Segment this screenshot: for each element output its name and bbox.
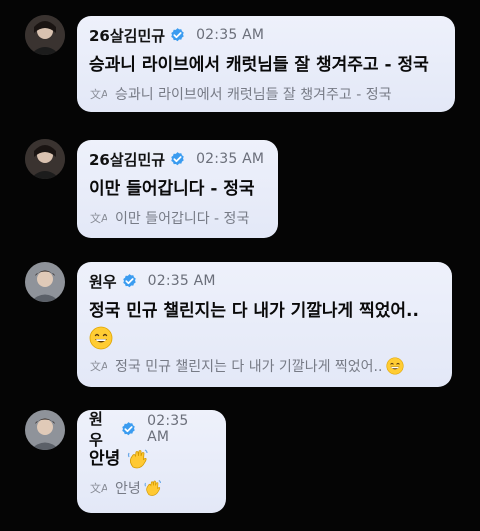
message-text-row: 안녕 <box>89 446 214 472</box>
verified-badge-icon <box>169 151 186 168</box>
message-bubble[interactable]: 원우 02:35 AM 정국 민규 챌린지는 다 내가 기깔나게 찍었어.. 文… <box>77 262 452 387</box>
timestamp: 02:35 AM <box>196 151 265 167</box>
message-text: 이만 들어갑니다 - 정국 <box>89 179 255 199</box>
svg-text:文A: 文A <box>90 211 107 225</box>
translation-text: 승과니 라이브에서 캐럿님들 잘 챙겨주고 - 정국 <box>115 87 392 103</box>
avatar[interactable] <box>25 262 65 302</box>
message-bubble[interactable]: 26살김민규 02:35 AM 이만 들어갑니다 - 정국 文A 이만 들어갑니… <box>77 140 278 238</box>
avatar[interactable] <box>25 410 65 450</box>
message-text: 승과니 라이브에서 캐럿님들 잘 챙겨주고 - 정국 <box>89 55 429 75</box>
translate-icon: 文A <box>89 479 107 497</box>
avatar[interactable] <box>25 139 65 179</box>
waving-hand-emoji <box>128 449 148 469</box>
translation-text: 정국 민규 챌린지는 다 내가 기깔나게 찍었어.. <box>115 359 383 375</box>
translate-icon: 文A <box>89 209 107 227</box>
message-text: 안녕 <box>89 449 121 469</box>
verified-badge-icon <box>169 27 186 44</box>
translation-text: 안녕 <box>115 481 141 497</box>
author-name[interactable]: 원우 <box>89 408 116 450</box>
svg-text:文A: 文A <box>90 481 107 495</box>
translation-row: 文A 안녕 <box>89 478 214 498</box>
avatar[interactable] <box>25 15 65 55</box>
timestamp: 02:35 AM <box>147 273 216 289</box>
author-name[interactable]: 26살김민규 <box>89 25 165 46</box>
author-name[interactable]: 원우 <box>89 271 117 292</box>
translate-icon: 文A <box>89 357 107 375</box>
message-bubble[interactable]: 26살김민규 02:35 AM 승과니 라이브에서 캐럿님들 잘 챙겨주고 - … <box>77 16 455 112</box>
message-bubble[interactable]: 원우 02:35 AM 안녕 文A 안녕 <box>77 410 226 513</box>
grinning-face-emoji <box>386 357 405 375</box>
svg-text:文A: 文A <box>90 359 107 373</box>
grinning-face-emoji <box>89 324 440 350</box>
translate-icon: 文A <box>89 85 107 103</box>
translation-row: 文A 정국 민규 챌린지는 다 내가 기깔나게 찍었어.. <box>89 356 440 376</box>
verified-badge-icon <box>121 273 138 290</box>
message-text: 정국 민규 챌린지는 다 내가 기깔나게 찍었어.. <box>89 301 419 321</box>
verified-badge-icon <box>120 421 137 438</box>
translation-row: 文A 이만 들어갑니다 - 정국 <box>89 208 266 228</box>
timestamp: 02:35 AM <box>147 413 189 445</box>
svg-text:文A: 文A <box>90 87 107 101</box>
translation-row: 文A 승과니 라이브에서 캐럿님들 잘 챙겨주고 - 정국 <box>89 84 443 104</box>
waving-hand-emoji <box>144 480 161 496</box>
translation-text: 이만 들어갑니다 - 정국 <box>115 211 250 227</box>
timestamp: 02:35 AM <box>196 27 265 43</box>
author-name[interactable]: 26살김민규 <box>89 149 165 170</box>
